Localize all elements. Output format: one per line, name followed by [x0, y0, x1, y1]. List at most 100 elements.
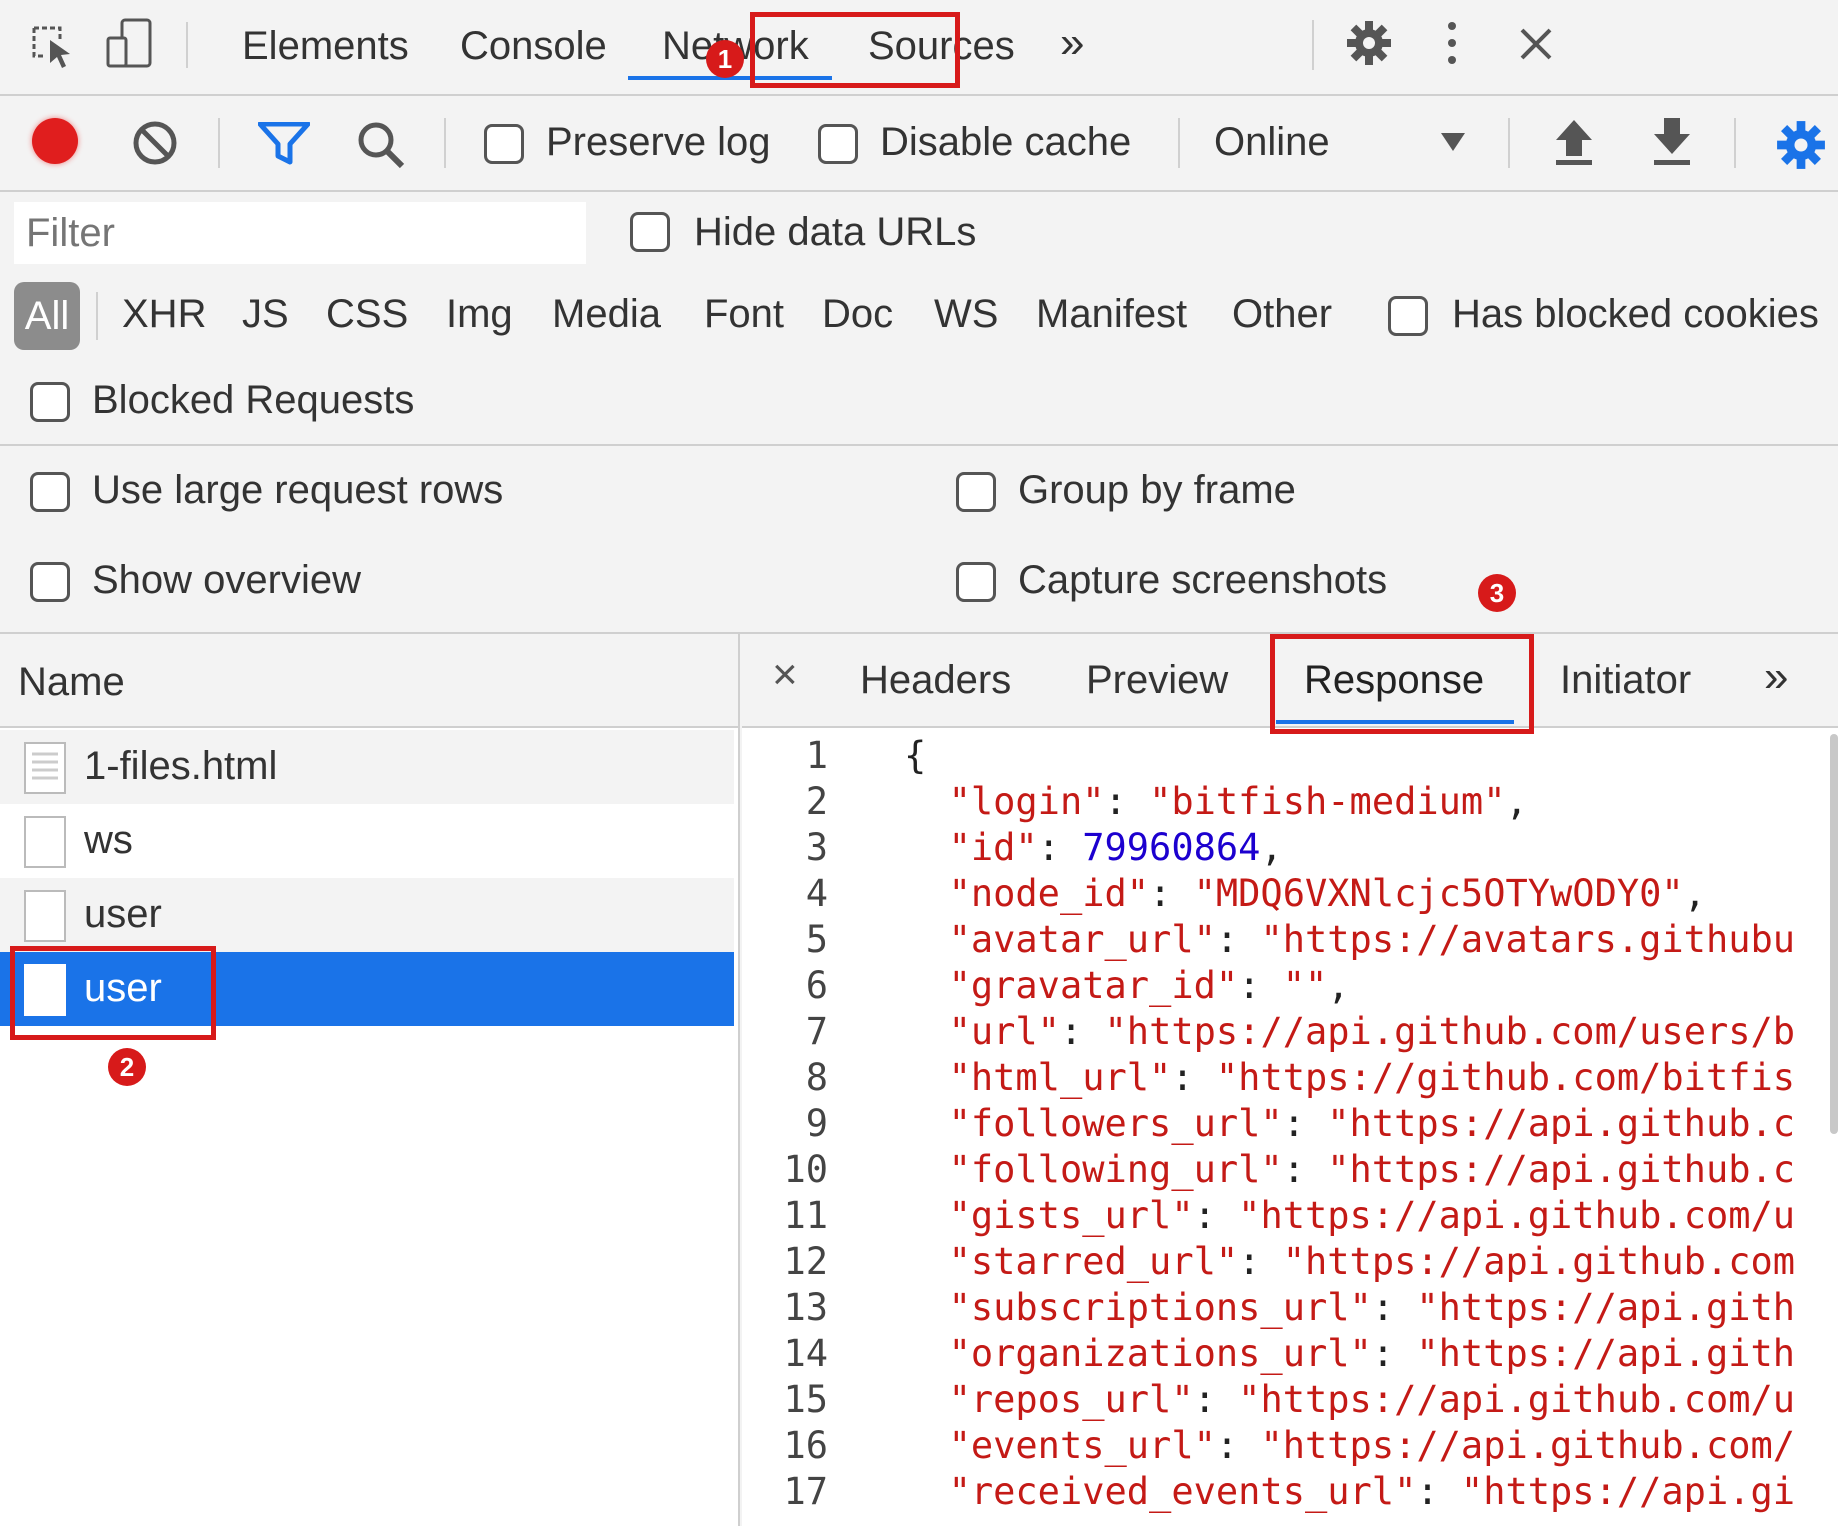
json-punct: ,: [1260, 826, 1283, 869]
json-key: "gists_url": [948, 1194, 1194, 1237]
capture-screenshots-checkbox[interactable]: [956, 562, 996, 602]
line-number: 9: [805, 1102, 828, 1145]
network-settings-icon[interactable]: [1776, 120, 1826, 170]
json-key: "organizations_url": [948, 1332, 1372, 1375]
type-filter-all[interactable]: All: [14, 282, 80, 350]
json-value: "https://avatars.githubu: [1260, 918, 1796, 961]
search-icon[interactable]: [356, 120, 406, 170]
record-icon[interactable]: [32, 118, 78, 164]
throttling-select[interactable]: Online: [1214, 120, 1330, 165]
line-source: "following_url": "https://api.github.c: [948, 1148, 1796, 1191]
filter-input[interactable]: [14, 202, 586, 264]
disable-cache-checkbox[interactable]: [818, 124, 858, 164]
import-har-icon[interactable]: [1554, 116, 1594, 168]
line-source: "node_id": "MDQ6VXNlcjc5OTYwODY0",: [948, 872, 1706, 915]
json-value: "https://api.github.com: [1282, 1240, 1796, 1283]
line-number: 14: [783, 1332, 828, 1375]
large-rows-checkbox[interactable]: [30, 472, 70, 512]
line-number: 13: [783, 1286, 828, 1329]
annotation-badge: 2: [108, 1048, 146, 1086]
json-value: "https://api.github.c: [1327, 1102, 1796, 1145]
request-row[interactable]: user: [0, 878, 734, 952]
name-column-header[interactable]: Name: [0, 634, 738, 728]
json-value: "https://api.github.com/users/b: [1104, 1010, 1796, 1053]
scrollbar[interactable]: [1830, 734, 1838, 1134]
tab-initiator[interactable]: Initiator: [1560, 658, 1691, 703]
json-key: "repos_url": [948, 1378, 1194, 1421]
close-devtools-icon[interactable]: [1518, 26, 1554, 62]
json-key: "received_events_url": [948, 1470, 1417, 1513]
line-number: 5: [805, 918, 828, 961]
tab-elements[interactable]: Elements: [242, 24, 409, 69]
response-line: 2 "login": "bitfish-medium",: [742, 780, 1832, 826]
line-number: 6: [805, 964, 828, 1007]
type-filter-css[interactable]: CSS: [326, 292, 408, 337]
request-detail-pane: × Headers Preview Response Initiator » 1…: [742, 634, 1838, 1526]
tab-preview[interactable]: Preview: [1086, 658, 1228, 703]
response-line: 4 "node_id": "MDQ6VXNlcjc5OTYwODY0",: [742, 872, 1832, 918]
file-icon: [24, 816, 66, 868]
json-value: "bitfish-medium": [1149, 780, 1506, 823]
json-key: "events_url": [948, 1424, 1216, 1467]
more-options-icon[interactable]: [1442, 20, 1462, 66]
json-key: "gravatar_id": [948, 964, 1239, 1007]
blocked-requests-label: Blocked Requests: [92, 378, 415, 422]
type-filter-media[interactable]: Media: [552, 292, 661, 337]
json-key: "node_id": [948, 872, 1150, 915]
more-tabs-icon[interactable]: »: [1060, 18, 1084, 68]
more-detail-tabs-icon[interactable]: »: [1764, 652, 1788, 702]
filter-icon[interactable]: [258, 122, 310, 166]
has-blocked-cookies-checkbox[interactable]: [1388, 296, 1428, 336]
line-source: "url": "https://api.github.com/users/b: [948, 1010, 1796, 1053]
json-value: "https://api.gith: [1416, 1332, 1796, 1375]
show-overview-checkbox[interactable]: [30, 562, 70, 602]
line-number: 1: [805, 734, 828, 777]
json-value: "MDQ6VXNlcjc5OTYwODY0": [1193, 872, 1684, 915]
type-filter-xhr[interactable]: XHR: [122, 292, 206, 337]
line-source: "login": "bitfish-medium",: [948, 780, 1528, 823]
response-line: 9 "followers_url": "https://api.github.c: [742, 1102, 1832, 1148]
json-value: "": [1282, 964, 1328, 1007]
close-detail-icon[interactable]: ×: [772, 650, 798, 700]
settings-gear-icon[interactable]: [1346, 20, 1392, 66]
response-line: 15 "repos_url": "https://api.github.com/…: [742, 1378, 1832, 1424]
preserve-log-checkbox[interactable]: [484, 124, 524, 164]
request-row[interactable]: 1-files.html: [0, 730, 734, 804]
json-value: "https://github.com/bitfis: [1215, 1056, 1796, 1099]
type-filter-doc[interactable]: Doc: [822, 292, 893, 337]
line-source: "received_events_url": "https://api.gi: [948, 1470, 1796, 1513]
filter-bar: Hide data URLs All XHR JS CSS Img Media …: [0, 192, 1838, 446]
json-key: "html_url": [948, 1056, 1172, 1099]
json-key: "starred_url": [948, 1240, 1239, 1283]
inspect-element-icon[interactable]: [30, 24, 76, 70]
response-line: 5 "avatar_url": "https://avatars.githubu: [742, 918, 1832, 964]
type-filter-other[interactable]: Other: [1232, 292, 1332, 337]
type-filter-img[interactable]: Img: [446, 292, 513, 337]
group-by-frame-checkbox[interactable]: [956, 472, 996, 512]
export-har-icon[interactable]: [1652, 116, 1692, 168]
hide-data-urls-checkbox[interactable]: [630, 212, 670, 252]
type-filter-manifest[interactable]: Manifest: [1036, 292, 1187, 337]
clear-icon[interactable]: [132, 120, 178, 166]
json-key: "avatar_url": [948, 918, 1216, 961]
type-filter-font[interactable]: Font: [704, 292, 784, 337]
tab-headers[interactable]: Headers: [860, 658, 1011, 703]
blocked-requests-checkbox[interactable]: [30, 382, 70, 422]
response-line: 17 "received_events_url": "https://api.g…: [742, 1470, 1832, 1516]
annotation-badge: 1: [706, 40, 744, 78]
chevron-down-icon[interactable]: [1440, 132, 1466, 152]
disable-cache-label: Disable cache: [880, 120, 1132, 164]
tab-console[interactable]: Console: [460, 24, 607, 69]
has-blocked-cookies-label: Has blocked cookies: [1452, 292, 1819, 336]
type-filter-js[interactable]: JS: [242, 292, 289, 337]
line-number: 10: [783, 1148, 828, 1191]
response-body[interactable]: 1{2 "login": "bitfish-medium", 3 "id": 79…: [742, 734, 1832, 1526]
response-line: 3 "id": 79960864,: [742, 826, 1832, 872]
request-row[interactable]: ws: [0, 804, 734, 878]
device-toolbar-icon[interactable]: [104, 18, 156, 70]
json-value: "https://api.github.c: [1327, 1148, 1796, 1191]
type-filter-ws[interactable]: WS: [934, 292, 998, 337]
line-number: 3: [805, 826, 828, 869]
large-rows-label: Use large request rows: [92, 468, 504, 512]
json-key: "subscriptions_url": [948, 1286, 1372, 1329]
